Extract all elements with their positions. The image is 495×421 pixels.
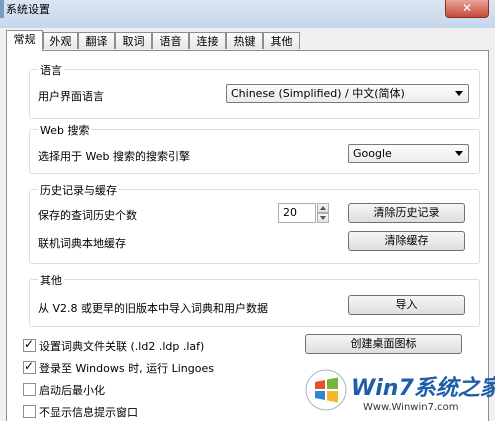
minimize-on-start-label: 启动后最小化 xyxy=(39,384,105,397)
watermark-brand: Win7系统之家 xyxy=(351,376,495,401)
ui-language-select[interactable]: Chinese (Simplified) / 中文(简体) xyxy=(226,84,469,103)
web-search-group: Web 搜索 选择用于 Web 搜索的搜索引擎 Google xyxy=(29,122,480,174)
file-association-checkbox[interactable] xyxy=(23,337,36,352)
language-group: 语言 用户界面语言 Chinese (Simplified) / 中文(简体) xyxy=(29,62,480,119)
tab-general[interactable]: 常规 xyxy=(6,30,43,51)
search-engine-select[interactable]: Google xyxy=(348,144,469,163)
chevron-down-icon xyxy=(455,151,463,156)
other-group-title: 其他 xyxy=(38,272,64,288)
clear-history-button[interactable]: 清除历史记录 xyxy=(348,203,465,223)
history-count-stepper[interactable] xyxy=(317,203,329,223)
ui-language-label: 用户界面语言 xyxy=(38,90,104,103)
title-bar: 系统设置 ✕ xyxy=(0,0,495,28)
import-button[interactable]: 导入 xyxy=(348,295,465,315)
minimize-on-start-checkbox[interactable] xyxy=(23,383,36,396)
file-association-label: 设置词典文件关联 (.ld2 .ldp .laf) xyxy=(39,340,205,353)
search-engine-label: 选择用于 Web 搜索的搜索引擎 xyxy=(38,150,190,163)
clear-cache-button[interactable]: 清除缓存 xyxy=(348,231,465,251)
spin-up-icon[interactable] xyxy=(317,203,329,213)
create-desktop-icon-button[interactable]: 创建桌面图标 xyxy=(305,334,462,354)
tab-speech[interactable]: 语音 xyxy=(152,32,189,49)
chevron-down-icon xyxy=(455,91,463,96)
hide-tips-label: 不显示信息提示窗口 xyxy=(39,406,138,419)
run-at-startup-label: 登录至 Windows 时, 运行 Lingoes xyxy=(39,362,214,375)
cache-label: 联机词典本地缓存 xyxy=(38,237,126,250)
tab-connection[interactable]: 连接 xyxy=(189,32,226,49)
history-group-title: 历史记录与缓存 xyxy=(38,182,119,198)
watermark: Win7系统之家 Www.Winwin7.com xyxy=(305,365,495,421)
watermark-url: Www.Winwin7.com xyxy=(363,402,459,413)
close-button[interactable]: ✕ xyxy=(445,0,489,18)
windows-logo-icon xyxy=(305,369,347,411)
run-at-startup-checkbox[interactable] xyxy=(23,359,36,374)
language-group-title: 语言 xyxy=(38,62,64,78)
ui-language-value: Chinese (Simplified) / 中文(简体) xyxy=(231,87,405,100)
tab-translate[interactable]: 翻译 xyxy=(78,32,115,49)
import-label: 从 V2.8 或更早的旧版本中导入词典和用户数据 xyxy=(38,302,269,315)
tab-hotkey[interactable]: 热键 xyxy=(226,32,263,49)
tab-capture[interactable]: 取词 xyxy=(115,32,152,49)
search-engine-value: Google xyxy=(353,147,392,160)
other-group: 其他 从 V2.8 或更早的旧版本中导入词典和用户数据 导入 xyxy=(29,272,480,327)
history-count-label: 保存的查词历史个数 xyxy=(38,209,137,222)
tab-other[interactable]: 其他 xyxy=(263,32,300,49)
spin-down-icon[interactable] xyxy=(317,213,329,223)
tab-appearance[interactable]: 外观 xyxy=(43,32,78,49)
history-group: 历史记录与缓存 保存的查词历史个数 20 清除历史记录 联机词典本地缓存 清除缓… xyxy=(29,182,480,264)
window-title: 系统设置 xyxy=(6,3,50,16)
web-search-group-title: Web 搜索 xyxy=(38,122,92,138)
history-count-input[interactable]: 20 xyxy=(278,203,316,223)
hide-tips-checkbox[interactable] xyxy=(23,405,36,418)
window-icon xyxy=(0,0,4,18)
